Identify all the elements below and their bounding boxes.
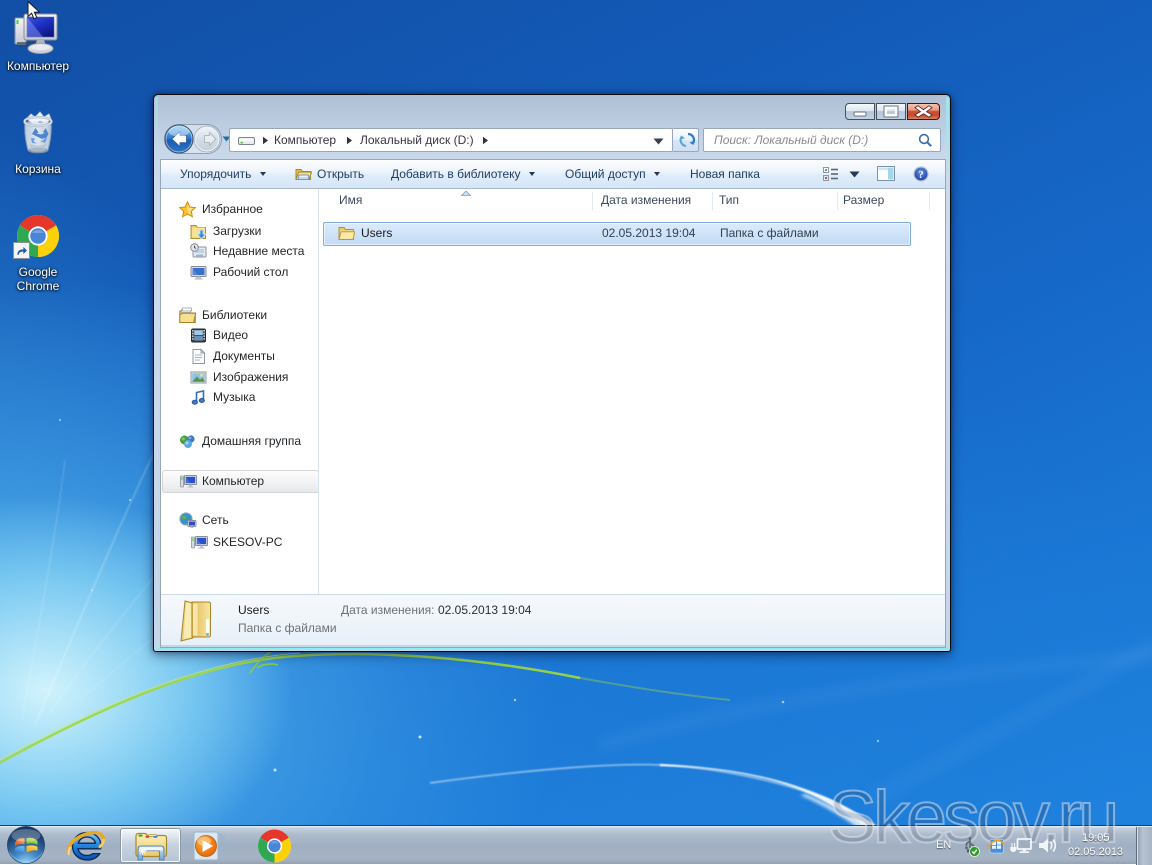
svg-text:?: ?: [918, 169, 924, 181]
